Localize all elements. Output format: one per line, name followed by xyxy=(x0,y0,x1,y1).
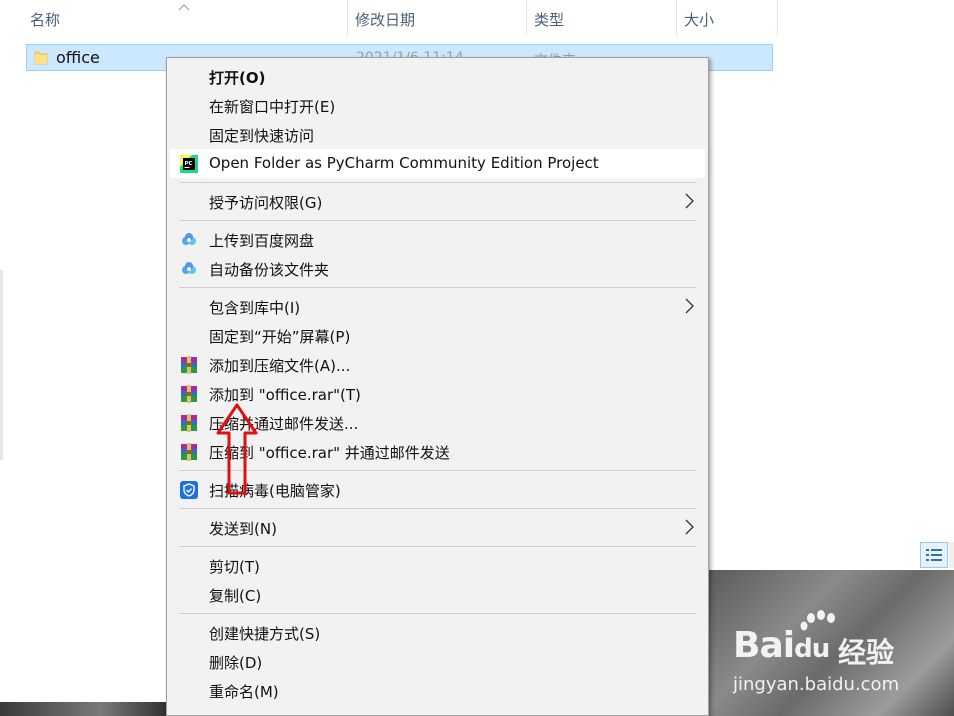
context-menu: 打开(O) 在新窗口中打开(E) 固定到快速访问 PC Open Folder … xyxy=(166,57,709,716)
menu-separator xyxy=(179,613,696,614)
menu-item-label: 添加到 "office.rar"(T) xyxy=(209,386,361,404)
winrar-icon xyxy=(181,414,197,432)
baidu-brand-cn-text: 经验 xyxy=(838,636,895,669)
file-name: office xyxy=(56,48,100,67)
menu-item-pin-start[interactable]: 固定到“开始”屏幕(P) xyxy=(170,321,705,350)
winrar-icon xyxy=(181,385,197,403)
menu-item-rename[interactable]: 重命名(M) xyxy=(170,676,705,705)
red-up-arrow-annotation xyxy=(216,403,258,495)
chevron-right-icon xyxy=(685,519,694,535)
column-divider[interactable] xyxy=(676,0,677,36)
screenshot: 名称 修改日期 类型 大小 office 2021/1/6 11:14 文件夹 xyxy=(0,0,954,716)
navigation-pane-edge xyxy=(0,270,3,460)
large-icons-view-icon[interactable] xyxy=(949,542,954,568)
column-divider[interactable] xyxy=(777,0,778,36)
menu-item-label: Open Folder as PyCharm Community Edition… xyxy=(209,154,599,172)
menu-item-cut[interactable]: 剪切(T) xyxy=(170,551,705,580)
menu-item-label: 发送到(N) xyxy=(209,520,277,538)
menu-item-open[interactable]: 打开(O) xyxy=(170,62,705,91)
pycharm-icon: PC xyxy=(180,155,198,173)
menu-separator xyxy=(179,220,696,221)
details-view-icon[interactable] xyxy=(920,542,948,568)
menu-item-copy[interactable]: 复制(C) xyxy=(170,580,705,609)
baidu-netdisk-icon xyxy=(182,262,196,274)
menu-item-label: 自动备份该文件夹 xyxy=(209,261,330,279)
menu-separator xyxy=(179,182,696,183)
chevron-right-icon xyxy=(685,298,694,314)
baidu-netdisk-icon xyxy=(182,233,196,245)
column-date-header[interactable]: 修改日期 xyxy=(349,0,525,38)
menu-separator xyxy=(179,546,696,547)
column-divider[interactable] xyxy=(526,0,527,36)
menu-item-delete[interactable]: 删除(D) xyxy=(170,647,705,676)
list-lines-icon xyxy=(926,549,942,561)
menu-item-label: 包含到库中(I) xyxy=(209,299,301,317)
menu-item-upload-baidu[interactable]: 上传到百度网盘 xyxy=(170,225,705,254)
baidu-brand-text: Baidu xyxy=(733,625,830,666)
shield-icon xyxy=(180,481,198,499)
menu-item-label: 删除(D) xyxy=(209,654,263,672)
column-divider[interactable] xyxy=(347,0,348,36)
column-size-header[interactable]: 大小 xyxy=(678,0,776,38)
menu-item-label: 固定到快速访问 xyxy=(209,127,315,145)
menu-item-include-library[interactable]: 包含到库中(I) xyxy=(170,292,705,321)
menu-item-label: 复制(C) xyxy=(209,587,262,605)
menu-item-label: 重命名(M) xyxy=(209,683,279,701)
menu-item-label: 剪切(T) xyxy=(209,558,260,576)
menu-item-pin-quick-access[interactable]: 固定到快速访问 xyxy=(170,120,705,149)
menu-item-label: 创建快捷方式(S) xyxy=(209,625,321,643)
column-name-header[interactable]: 名称 xyxy=(24,0,346,38)
menu-separator xyxy=(179,287,696,288)
column-type-header[interactable]: 类型 xyxy=(528,0,674,38)
menu-item-grant-access[interactable]: 授予访问权限(G) xyxy=(170,187,705,216)
svg-text:PC: PC xyxy=(185,161,193,167)
winrar-icon xyxy=(181,356,197,374)
menu-item-open-new-window[interactable]: 在新窗口中打开(E) xyxy=(170,91,705,120)
menu-item-add-archive[interactable]: 添加到压缩文件(A)... xyxy=(170,350,705,379)
winrar-icon xyxy=(181,443,197,461)
menu-item-label: 固定到“开始”屏幕(P) xyxy=(209,328,351,346)
chevron-right-icon xyxy=(685,193,694,209)
menu-item-create-shortcut[interactable]: 创建快捷方式(S) xyxy=(170,618,705,647)
menu-item-send-to[interactable]: 发送到(N) xyxy=(170,513,705,542)
menu-item-label: 添加到压缩文件(A)... xyxy=(209,357,351,375)
menu-item-label: 打开(O) xyxy=(209,69,266,87)
column-header-row: 名称 修改日期 类型 大小 xyxy=(0,0,780,38)
menu-item-open-pycharm[interactable]: PC Open Folder as PyCharm Community Edit… xyxy=(170,149,705,178)
folder-icon xyxy=(34,51,48,65)
menu-item-label: 上传到百度网盘 xyxy=(209,232,315,250)
menu-item-label: 在新窗口中打开(E) xyxy=(209,98,336,116)
menu-item-auto-backup[interactable]: 自动备份该文件夹 xyxy=(170,254,705,283)
background-photo-strip xyxy=(0,702,168,716)
baidu-url-text: jingyan.baidu.com xyxy=(733,674,900,695)
menu-item-label: 授予访问权限(G) xyxy=(209,194,323,212)
menu-separator xyxy=(179,508,696,509)
